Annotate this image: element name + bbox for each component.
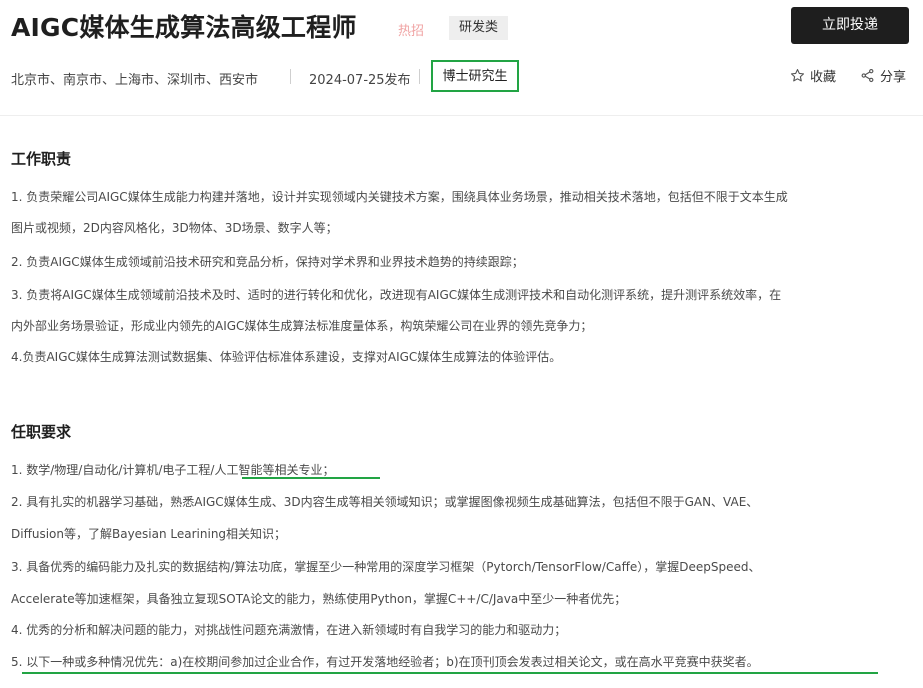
meta-divider (419, 69, 420, 84)
highlight-underline (242, 477, 380, 479)
requirement-line: Diffusion等，了解Bayesian Learining相关知识； (11, 527, 287, 541)
requirement-line: 3. 具备优秀的编码能力及扎实的数据结构/算法功底，掌握至少一种常用的深度学习框… (11, 560, 761, 574)
duty-line: 2. 负责AIGC媒体生成领域前沿技术研究和竞品分析，保持对学术界和业界技术趋势… (11, 255, 524, 269)
requirement-line: Accelerate等加速框架，具备独立复现SOTA论文的能力，熟练使用Pyth… (11, 592, 627, 606)
job-title: AIGC媒体生成算法高级工程师 (11, 13, 357, 42)
category-badge: 研发类 (449, 16, 509, 40)
requirement-line: 2. 具有扎实的机器学习基础，熟悉AIGC媒体生成、3D内容生成等相关领域知识；… (11, 495, 759, 509)
duty-line: 图片或视频，2D内容风格化，3D物体、3D场景、数字人等； (11, 221, 338, 235)
publish-date: 2024-07-25发布 (309, 73, 411, 88)
meta-divider (290, 69, 291, 84)
hot-badge: 热招 (398, 24, 425, 39)
favorite-label: 收藏 (810, 70, 837, 85)
duty-line: 4.负责AIGC媒体生成算法测试数据集、体验评估标准体系建设，支撑对AIGC媒体… (11, 350, 562, 364)
requirement-line: 4. 优秀的分析和解决问题的能力，对挑战性问题充满激情，在进入新领域时有自我学习… (11, 623, 567, 637)
requirements-heading: 任职要求 (11, 423, 72, 441)
apply-button[interactable]: 立即投递 (791, 7, 909, 44)
duties-heading: 工作职责 (11, 150, 72, 168)
degree-requirement: 博士研究生 (431, 60, 519, 92)
requirement-line: 1. 数学/物理/自动化/计算机/电子工程/人工智能等相关专业； (11, 463, 335, 477)
duty-line: 1. 负责荣耀公司AIGC媒体生成能力构建并落地，设计并实现领域内关键技术方案，… (11, 190, 788, 204)
share-label: 分享 (880, 70, 907, 85)
favorite-button[interactable]: 收藏 (790, 66, 836, 85)
duty-line: 3. 负责将AIGC媒体生成领域前沿技术及时、适时的进行转化和优化，改进现有AI… (11, 288, 782, 302)
share-icon (861, 68, 874, 83)
star-icon (790, 69, 805, 82)
duty-line: 内外部业务场景验证，形成业内领先的AIGC媒体生成算法标准度量体系，构筑荣耀公司… (11, 319, 593, 333)
header-divider (0, 115, 923, 116)
job-locations: 北京市、南京市、上海市、深圳市、西安市 (11, 73, 259, 88)
highlight-underline (22, 672, 878, 674)
requirement-line: 5. 以下一种或多种情况优先：a)在校期间参加过企业合作，有过开发落地经验者；b… (11, 655, 759, 669)
share-button[interactable]: 分享 (860, 66, 906, 85)
